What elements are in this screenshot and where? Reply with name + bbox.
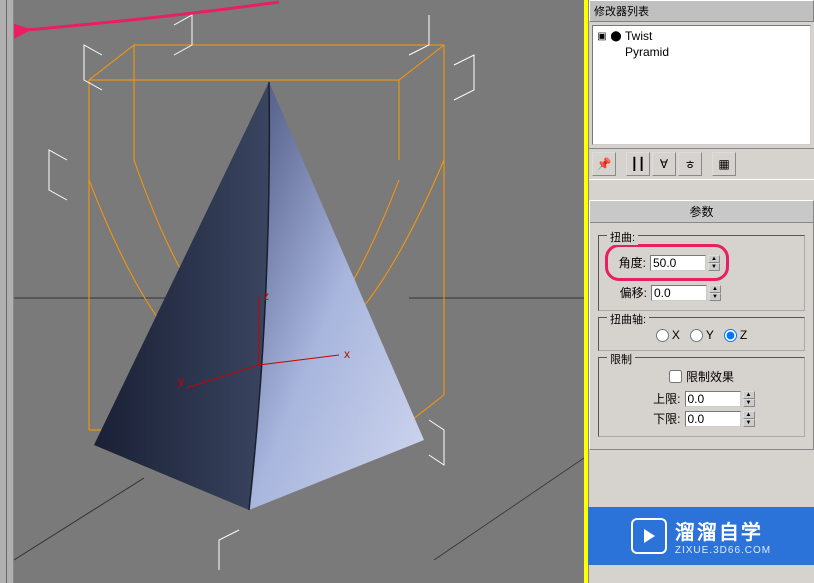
axis-y-radio[interactable]: Y [690,328,714,342]
viewport-scene: x y z [14,0,584,583]
angle-spinner-up[interactable]: ▲ [708,255,720,263]
twist-group-label: 扭曲: [607,229,638,245]
twist-group: 扭曲: 角度: ▲ ▼ 偏移: ▲ [598,235,805,311]
limit-effect-checkbox[interactable] [669,370,682,383]
upper-spinner-up[interactable]: ▲ [743,391,755,399]
angle-label: 角度: [614,254,648,271]
plug-icon [611,47,621,57]
params-rollup: 参数 扭曲: 角度: ▲ ▼ 偏移: [589,200,814,450]
axis-group-label: 扭曲轴: [607,311,649,327]
configure-sets-button[interactable]: ▦ [712,152,736,176]
upper-input[interactable] [685,391,741,407]
axis-group: 扭曲轴: X Y Z [598,317,805,351]
lower-spinner-down[interactable]: ▼ [743,419,755,427]
bias-input[interactable] [651,285,707,301]
upper-spinner-down[interactable]: ▼ [743,399,755,407]
lower-spinner-up[interactable]: ▲ [743,411,755,419]
params-title[interactable]: 参数 [590,201,813,223]
watermark-title: 溜溜自学 [675,516,771,545]
expand-icon[interactable]: ▣ [597,31,607,41]
remove-modifier-button[interactable]: ㅎ [678,152,702,176]
svg-text:z: z [263,289,269,303]
upper-label: 上限: [649,390,683,407]
ruler-vertical [0,0,14,583]
lower-label: 下限: [649,410,683,427]
modifier-stack[interactable]: ▣ ⬤ Twist Pyramid [592,25,811,145]
watermark-subtitle: ZIXUE.3D66.COM [675,545,771,556]
modifier-label: Pyramid [625,45,669,59]
pin-stack-button[interactable]: 📌 [592,152,616,176]
watermark: 溜溜自学 ZIXUE.3D66.COM [588,507,814,565]
angle-highlight: 角度: ▲ ▼ [605,244,729,281]
bias-label: 偏移: [615,284,649,301]
angle-spinner-down[interactable]: ▼ [708,263,720,271]
modifier-toolbar: 📌 ┃┃ ∀ ㅎ ▦ [589,148,814,180]
modifier-item-twist[interactable]: ▣ ⬤ Twist [595,28,808,44]
expand-icon [597,47,607,57]
lower-input[interactable] [685,411,741,427]
limit-group-label: 限制 [607,351,635,367]
modifier-list-header[interactable]: 修改器列表 [589,0,814,22]
axis-x-radio[interactable]: X [656,328,680,342]
show-end-result-button[interactable]: ┃┃ [626,152,650,176]
limit-effect-label: 限制效果 [686,368,734,385]
plug-icon: ⬤ [611,31,621,41]
bias-spinner-up[interactable]: ▲ [709,285,721,293]
viewport[interactable]: x y z [0,0,584,583]
modifier-item-pyramid[interactable]: Pyramid [595,44,808,60]
axis-z-radio[interactable]: Z [724,328,747,342]
limit-group: 限制 限制效果 上限: ▲ ▼ 下限: ▲ [598,357,805,437]
bias-spinner-down[interactable]: ▼ [709,293,721,301]
make-unique-button[interactable]: ∀ [652,152,676,176]
svg-text:y: y [178,374,184,388]
watermark-logo-icon [631,518,667,554]
modifier-label: Twist [625,29,652,43]
svg-text:x: x [344,347,350,361]
modifier-panel: 修改器列表 ▣ ⬤ Twist Pyramid 📌 ┃┃ ∀ ㅎ ▦ 参数 扭曲… [588,0,814,583]
angle-input[interactable] [650,255,706,271]
